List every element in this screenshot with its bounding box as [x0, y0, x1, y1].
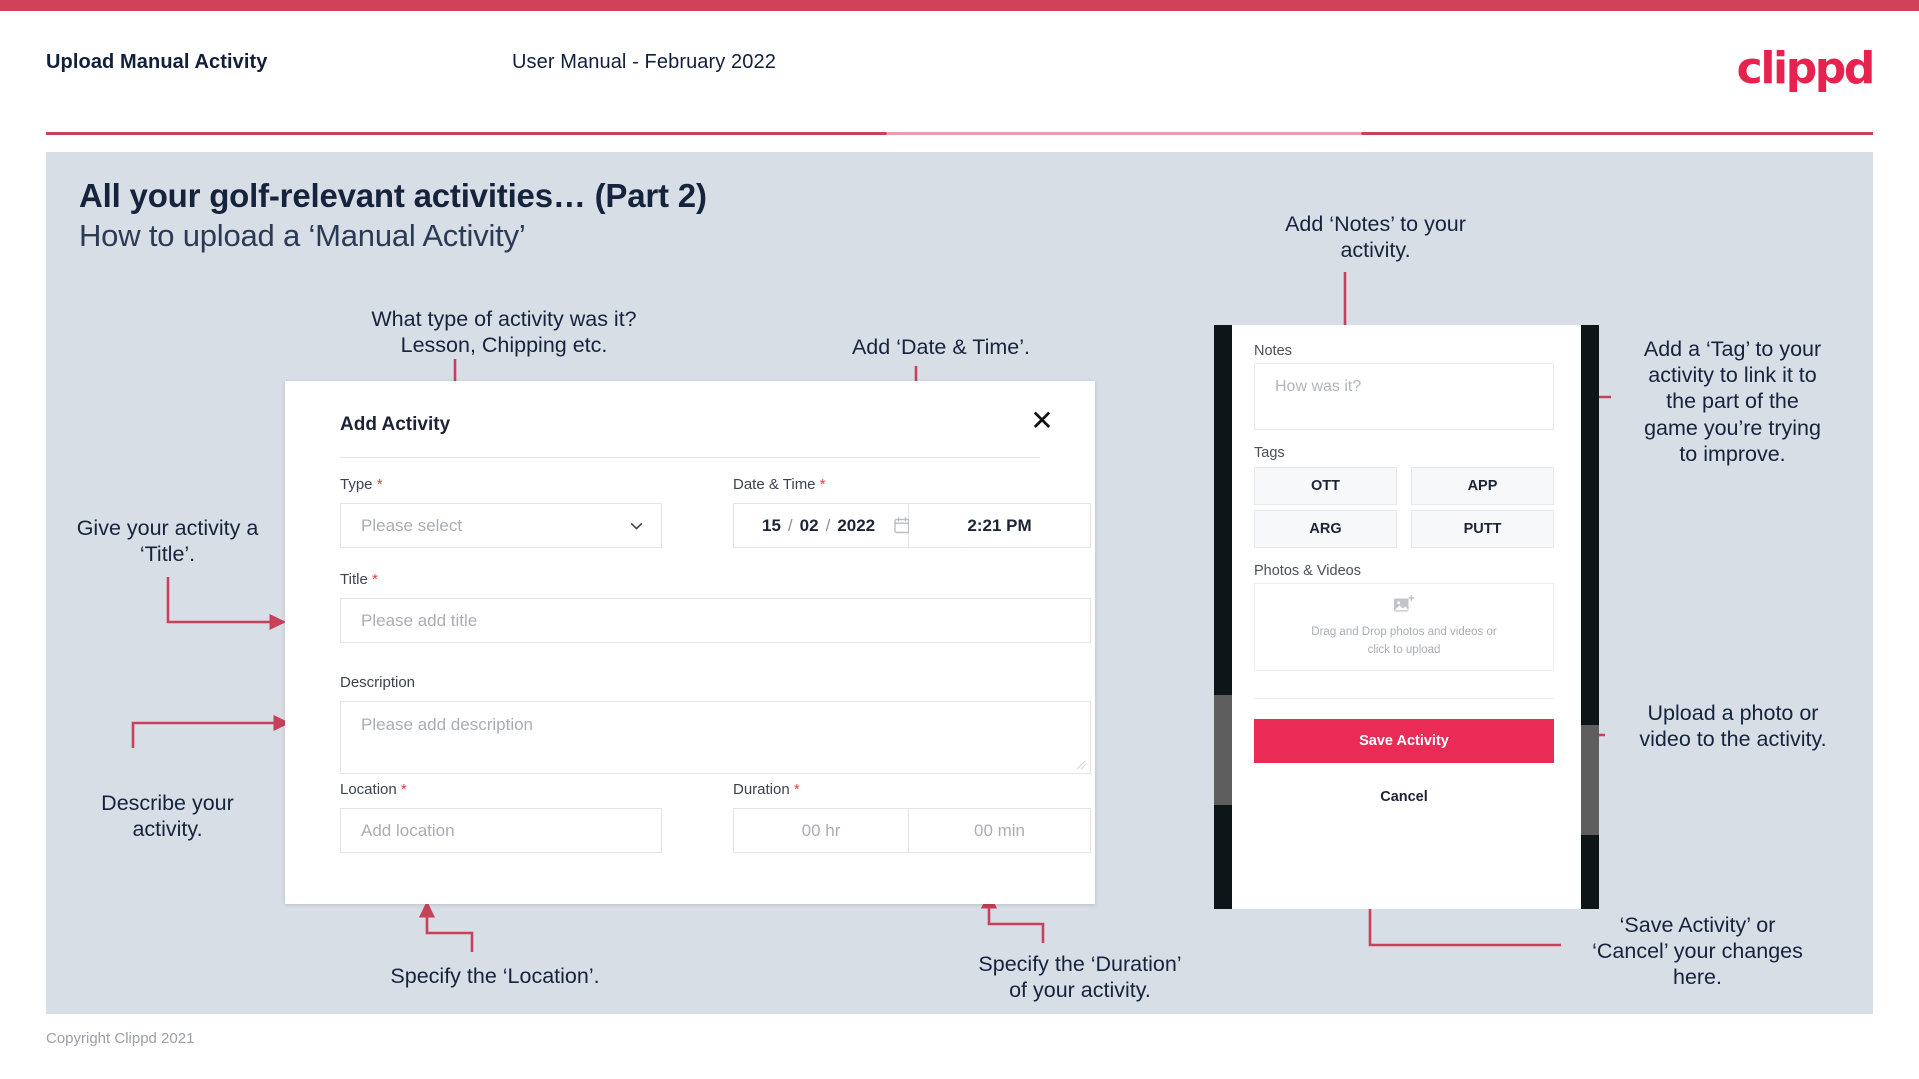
- tags-label: Tags: [1254, 445, 1285, 461]
- annotation-save-cancel: ‘Save Activity’ or ‘Cancel’ your changes h…: [1592, 913, 1803, 990]
- description-placeholder: Please add description: [361, 715, 534, 734]
- date-day: 15: [762, 515, 781, 535]
- page-header: Upload Manual Activity User Manual - Feb…: [0, 11, 1919, 135]
- tag-arg-label: ARG: [1309, 521, 1342, 537]
- location-input[interactable]: Add location: [340, 808, 662, 853]
- top-accent-bar: [0, 0, 1919, 11]
- annotation-duration: Specify the ‘Duration’ of your activity.: [978, 952, 1182, 1003]
- slide-page: Upload Manual Activity User Manual - Feb…: [0, 0, 1919, 1079]
- phone-mockup: Notes How was it? Tags OTT APP ARG PUTT …: [1214, 325, 1599, 909]
- duration-label: Duration *: [733, 781, 800, 798]
- header-left-title: Upload Manual Activity: [46, 51, 268, 73]
- title-placeholder: Please add title: [361, 610, 478, 630]
- notes-placeholder: How was it?: [1275, 378, 1362, 395]
- tag-ott-label: OTT: [1311, 478, 1340, 494]
- title-required-star: *: [371, 571, 378, 588]
- add-activity-dialog: Add Activity ✕ Type * Please select Date…: [285, 381, 1095, 904]
- close-icon[interactable]: ✕: [1024, 403, 1060, 439]
- photo-dropzone[interactable]: Drag and Drop photos and videos or click…: [1254, 583, 1554, 671]
- description-label-text: Description: [340, 674, 416, 691]
- title-label-text: Title: [340, 571, 368, 588]
- date-year: 2022: [837, 515, 876, 535]
- dropzone-line-2: click to upload: [1367, 643, 1441, 656]
- annotation-tags: Add a ‘Tag’ to your activity to link it t…: [1643, 337, 1822, 466]
- tag-putt[interactable]: PUTT: [1411, 510, 1554, 548]
- annotation-title: Give your activity a ‘Title’.: [76, 516, 259, 567]
- resize-grip-icon[interactable]: [1076, 760, 1086, 770]
- annotation-notes: Add ‘Notes’ to your activity.: [1285, 212, 1466, 263]
- time-input[interactable]: 2:21 PM: [909, 503, 1091, 548]
- slide-title-primary: All your golf-relevant activities… (Part…: [79, 177, 707, 214]
- datetime-required-star: *: [819, 476, 826, 493]
- location-label-text: Location: [340, 781, 397, 798]
- phone-divider: [1254, 698, 1554, 699]
- add-image-icon: [1394, 595, 1415, 612]
- duration-label-text: Duration: [733, 781, 790, 798]
- dropzone-text: Drag and Drop photos and videos or click…: [1311, 624, 1496, 659]
- phone-bezel-left: [1214, 325, 1232, 909]
- chevron-down-icon: [630, 522, 643, 530]
- datetime-label-text: Date & Time: [733, 476, 816, 493]
- annotation-location: Specify the ‘Location’.: [390, 964, 600, 988]
- header-center-title: User Manual - February 2022: [512, 51, 776, 73]
- location-required-star: *: [400, 781, 407, 798]
- cancel-label: Cancel: [1380, 789, 1428, 805]
- calendar-icon[interactable]: [894, 517, 910, 534]
- phone-side-button-left: [1214, 695, 1232, 805]
- tag-app[interactable]: APP: [1411, 467, 1554, 505]
- copyright-text: Copyright Clippd 2021: [46, 1030, 195, 1047]
- time-value: 2:21 PM: [967, 515, 1032, 535]
- tag-ott[interactable]: OTT: [1254, 467, 1397, 505]
- dropzone-line-1: Drag and Drop photos and videos or: [1311, 626, 1497, 639]
- title-input[interactable]: Please add title: [340, 598, 1091, 643]
- cancel-button[interactable]: Cancel: [1254, 777, 1554, 817]
- save-activity-button[interactable]: Save Activity: [1254, 719, 1554, 763]
- clippd-logo: clippd: [1736, 43, 1876, 94]
- annotation-description: Describe your activity.: [101, 791, 234, 842]
- date-sep-1: /: [787, 515, 793, 535]
- title-label: Title *: [340, 571, 378, 588]
- save-activity-label: Save Activity: [1359, 733, 1449, 749]
- description-textarea[interactable]: Please add description: [340, 701, 1091, 774]
- duration-hours-placeholder: 00 hr: [801, 820, 841, 840]
- type-label-text: Type: [340, 476, 373, 493]
- date-month: 02: [799, 515, 819, 535]
- duration-minutes-input[interactable]: 00 min: [909, 808, 1091, 853]
- duration-required-star: *: [793, 781, 800, 798]
- notes-textarea[interactable]: How was it?: [1254, 363, 1554, 430]
- annotation-upload: Upload a photo or video to the activity.: [1639, 701, 1827, 752]
- duration-minutes-placeholder: 00 min: [973, 820, 1026, 840]
- datetime-label: Date & Time *: [733, 476, 826, 493]
- annotation-datetime: Add ‘Date & Time’.: [851, 335, 1031, 359]
- date-sep-2: /: [825, 515, 831, 535]
- tag-arg[interactable]: ARG: [1254, 510, 1397, 548]
- tag-putt-label: PUTT: [1463, 521, 1502, 537]
- type-select[interactable]: Please select: [340, 503, 662, 548]
- dialog-title: Add Activity: [340, 414, 451, 435]
- type-label: Type *: [340, 476, 383, 493]
- type-required-star: *: [376, 476, 383, 493]
- phone-side-button-right: [1581, 725, 1599, 835]
- duration-hours-input[interactable]: 00 hr: [733, 808, 909, 853]
- description-label: Description: [340, 674, 415, 691]
- photos-label: Photos & Videos: [1254, 563, 1361, 579]
- location-label: Location *: [340, 781, 407, 798]
- type-placeholder: Please select: [361, 515, 463, 535]
- date-input[interactable]: 15 / 02 / 2022: [733, 503, 910, 548]
- slide-title-secondary: How to upload a ‘Manual Activity’: [79, 218, 526, 253]
- phone-screen: Notes How was it? Tags OTT APP ARG PUTT …: [1232, 325, 1581, 909]
- location-placeholder: Add location: [361, 820, 455, 840]
- header-divider: [46, 132, 1873, 135]
- notes-label: Notes: [1254, 343, 1292, 359]
- dialog-divider: [340, 457, 1040, 458]
- annotation-type: What type of activity was it? Lesson, Chi…: [371, 307, 637, 358]
- tag-app-label: APP: [1467, 478, 1498, 494]
